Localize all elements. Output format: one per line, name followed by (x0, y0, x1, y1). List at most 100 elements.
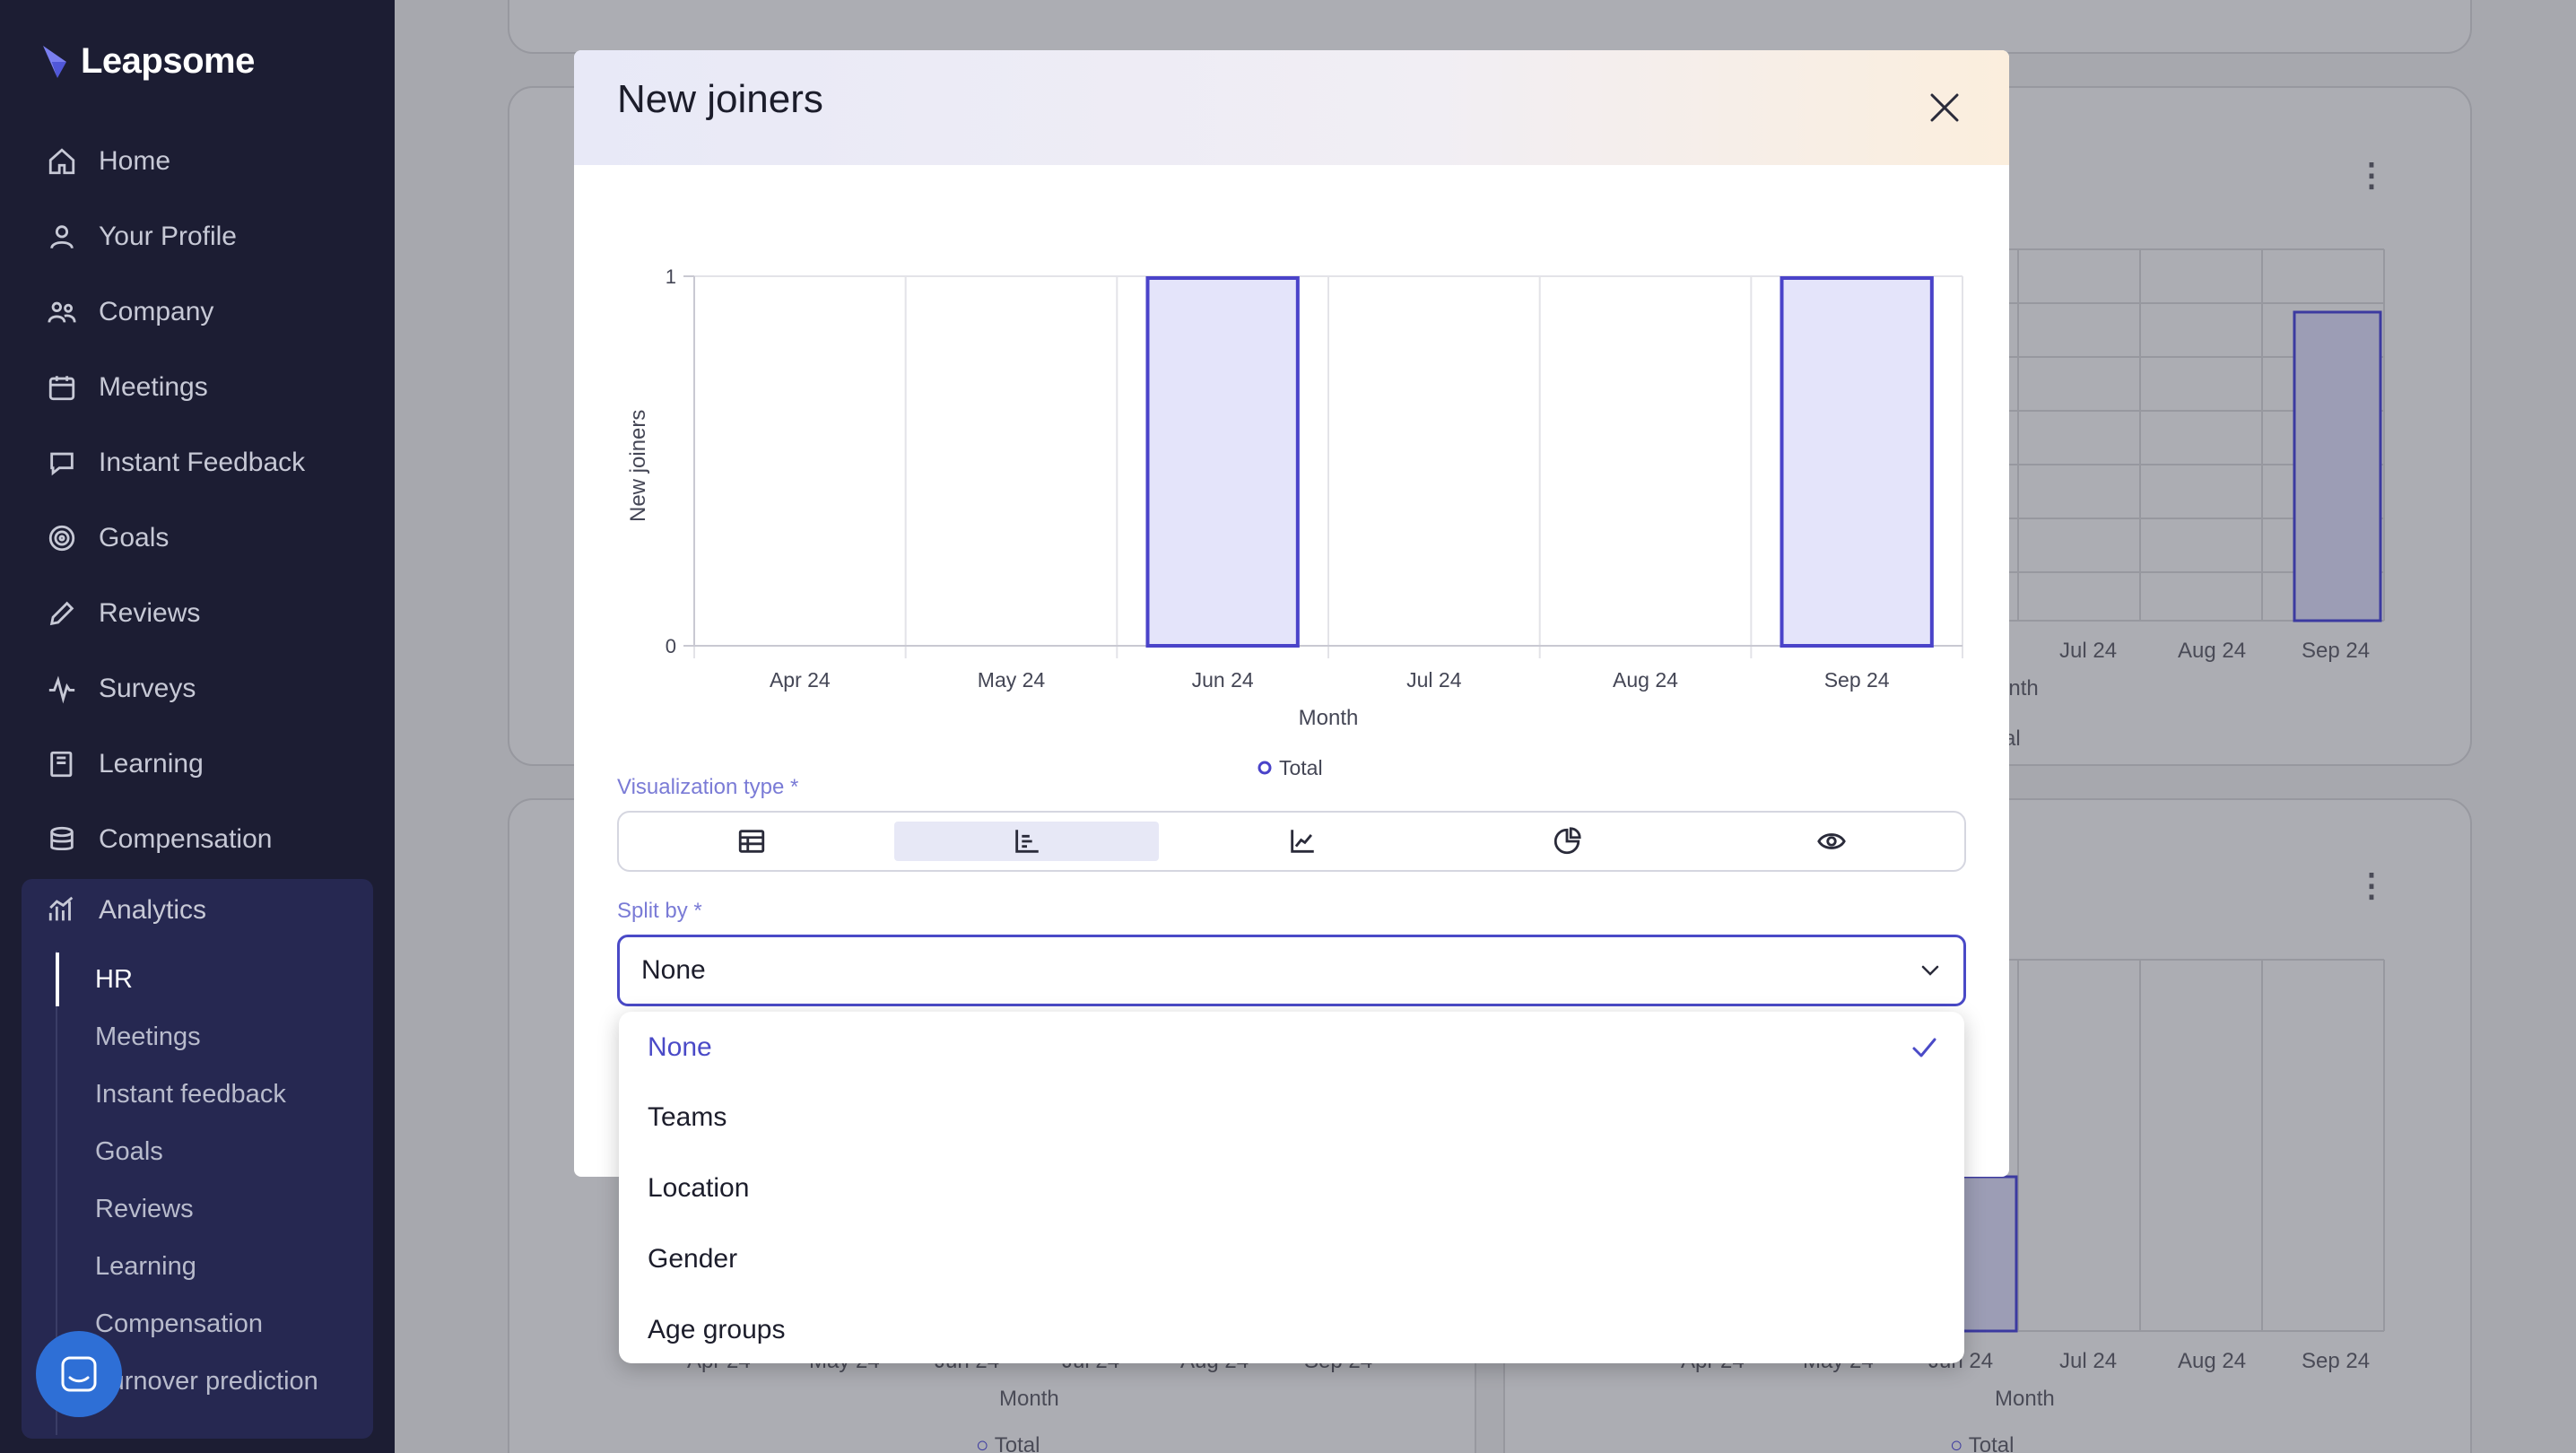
sidebar-item-label: Learning (99, 749, 204, 779)
sidebar-item-analytics[interactable]: Analytics (47, 895, 206, 926)
sidebar-subitem-compensation[interactable]: Compensation (95, 1309, 263, 1339)
chevron-down-icon (1921, 965, 1939, 976)
sidebar-item-meetings[interactable]: Meetings (47, 365, 208, 410)
chart-area: 0 1 Apr 24 May 24 Jun 24 Jul 24 Aug 24 Sep 24 Mo… (574, 165, 2009, 793)
dropdown-option-teams[interactable]: Teams (648, 1091, 1939, 1144)
check-icon (1912, 1038, 1936, 1057)
y-tick-label: 0 (666, 635, 676, 657)
option-label: Location (648, 1173, 750, 1203)
book-icon (50, 751, 73, 778)
option-label: Age groups (648, 1315, 786, 1344)
table-icon (738, 830, 764, 853)
sidebar-item-label: Compensation (99, 824, 273, 854)
pencil-icon (49, 601, 74, 626)
modal-header: New joiners (574, 50, 2009, 165)
dropdown-option-gender[interactable]: Gender (648, 1232, 1939, 1286)
sidebar-item-your-profile[interactable]: Your Profile (47, 214, 237, 259)
chat-bubble-icon (61, 1356, 97, 1392)
bg-tick: Sep 24 (2302, 1349, 2371, 1373)
viz-preview-button[interactable] (1700, 822, 1964, 861)
sidebar-subitem-turnover-prediction[interactable]: Turnover prediction (95, 1367, 318, 1396)
line-chart-icon (1291, 830, 1314, 853)
bg-axis-label: Month (999, 1387, 1059, 1411)
split-by-dropdown: None Teams Location Gender Age groups (619, 1012, 1964, 1363)
viz-line-chart-button[interactable] (1170, 822, 1434, 861)
sidebar-item-compensation[interactable]: Compensation (47, 817, 272, 862)
sidebar-item-home[interactable]: Home (47, 139, 170, 184)
pie-chart-icon (1554, 827, 1581, 855)
bg-legend-label: Total (994, 1433, 1040, 1453)
card-menu-icon[interactable]: ⋮ (2355, 866, 2388, 904)
close-icon (1930, 93, 1959, 122)
dropdown-option-location[interactable]: Location (648, 1162, 1939, 1215)
home-icon (48, 148, 75, 175)
sidebar-item-surveys[interactable]: Surveys (47, 666, 196, 711)
bar (1145, 276, 1300, 648)
option-label: Teams (648, 1102, 727, 1132)
bg-legend: ○ Total (976, 1433, 1040, 1453)
dropdown-option-age-groups[interactable]: Age groups (648, 1303, 1939, 1357)
new-joiners-modal: New joiners 0 1 Apr 24 May 24 Jun 24 Jul 24 Au… (574, 50, 2009, 1177)
sidebar-item-label: Company (99, 297, 214, 326)
bg-tick: Aug 24 (2178, 639, 2247, 663)
bar-chart: 0 1 Apr 24 May 24 Jun 24 Jul 24 Aug 24 Sep 24 Mo… (666, 265, 1963, 779)
x-tick-label: May 24 (978, 668, 1046, 692)
bg-legend-label: Total (1968, 1433, 2015, 1453)
sidebar-subitem-hr[interactable]: HR (95, 965, 133, 995)
sidebar-item-goals[interactable]: Goals (47, 516, 169, 561)
dropdown-option-none[interactable]: None (648, 1021, 1939, 1075)
sidebar-item-instant-feedback[interactable]: Instant Feedback (47, 440, 305, 485)
user-icon (50, 225, 74, 249)
sidebar-item-label: Goals (99, 523, 170, 552)
card-menu-icon[interactable]: ⋮ (2355, 156, 2388, 194)
support-chat-button[interactable] (36, 1331, 122, 1417)
chat-icon (50, 452, 74, 476)
bg-tick: Aug 24 (2178, 1349, 2247, 1373)
sidebar-subitem-meetings[interactable]: Meetings (95, 1022, 201, 1052)
target-icon (48, 525, 75, 552)
bg-tick: Jul 24 (2059, 1349, 2118, 1373)
split-by-select[interactable]: None (617, 935, 1966, 1006)
sidebar-item-label: Your Profile (99, 222, 237, 251)
bg-legend: ○ Total (1950, 1433, 2014, 1453)
sidebar-subitem-goals[interactable]: Goals (95, 1137, 163, 1167)
sidebar-item-label: Meetings (99, 372, 208, 402)
bg-axis-label: Month (1995, 1387, 2055, 1411)
sidebar-item-learning[interactable]: Learning (47, 742, 204, 787)
logo[interactable]: Leapsome (39, 41, 255, 82)
close-button[interactable] (1919, 83, 1970, 133)
bg-tick: Sep 24 (2302, 639, 2371, 663)
visualization-type-label: Visualization type * (617, 775, 799, 799)
x-tick-label: Sep 24 (1824, 668, 1890, 692)
x-axis-label: Month (1299, 706, 1359, 730)
bg-tick: Jul 24 (2059, 639, 2118, 663)
sidebar-item-label: Home (99, 146, 171, 176)
pulse-icon (48, 675, 75, 704)
sidebar-subitem-learning[interactable]: Learning (95, 1252, 196, 1282)
split-by-value: None (641, 955, 706, 985)
sidebar-subitem-instant-feedback[interactable]: Instant feedback (95, 1080, 286, 1109)
sidebar-subitem-reviews[interactable]: Reviews (95, 1195, 194, 1224)
chart-y-axis-label: New joiners (626, 409, 650, 522)
viz-pie-chart-button[interactable] (1435, 822, 1700, 861)
calendar-icon (48, 376, 75, 401)
submenu-active-indicator (56, 953, 59, 1006)
viz-table-button[interactable] (619, 822, 883, 861)
viz-bar-chart-button[interactable] (894, 822, 1160, 861)
eye-icon (1817, 833, 1847, 849)
sidebar: Leapsome Home Your Profile Company Meeti… (0, 0, 395, 1453)
bar-chart-icon (1015, 830, 1039, 853)
y-tick-label: 1 (666, 265, 676, 288)
coins-icon (50, 826, 74, 851)
split-by-label: Split by * (617, 899, 702, 923)
modal-title: New joiners (617, 77, 823, 121)
x-tick-label: Aug 24 (1613, 668, 1678, 692)
option-label: Gender (648, 1244, 738, 1274)
sidebar-item-company[interactable]: Company (47, 290, 213, 335)
x-tick-label: Apr 24 (770, 668, 831, 692)
sidebar-item-reviews[interactable]: Reviews (47, 591, 200, 636)
x-tick-label: Jun 24 (1192, 668, 1254, 692)
sidebar-item-label: Surveys (99, 674, 196, 703)
bar (1780, 276, 1934, 648)
people-icon (48, 301, 76, 323)
